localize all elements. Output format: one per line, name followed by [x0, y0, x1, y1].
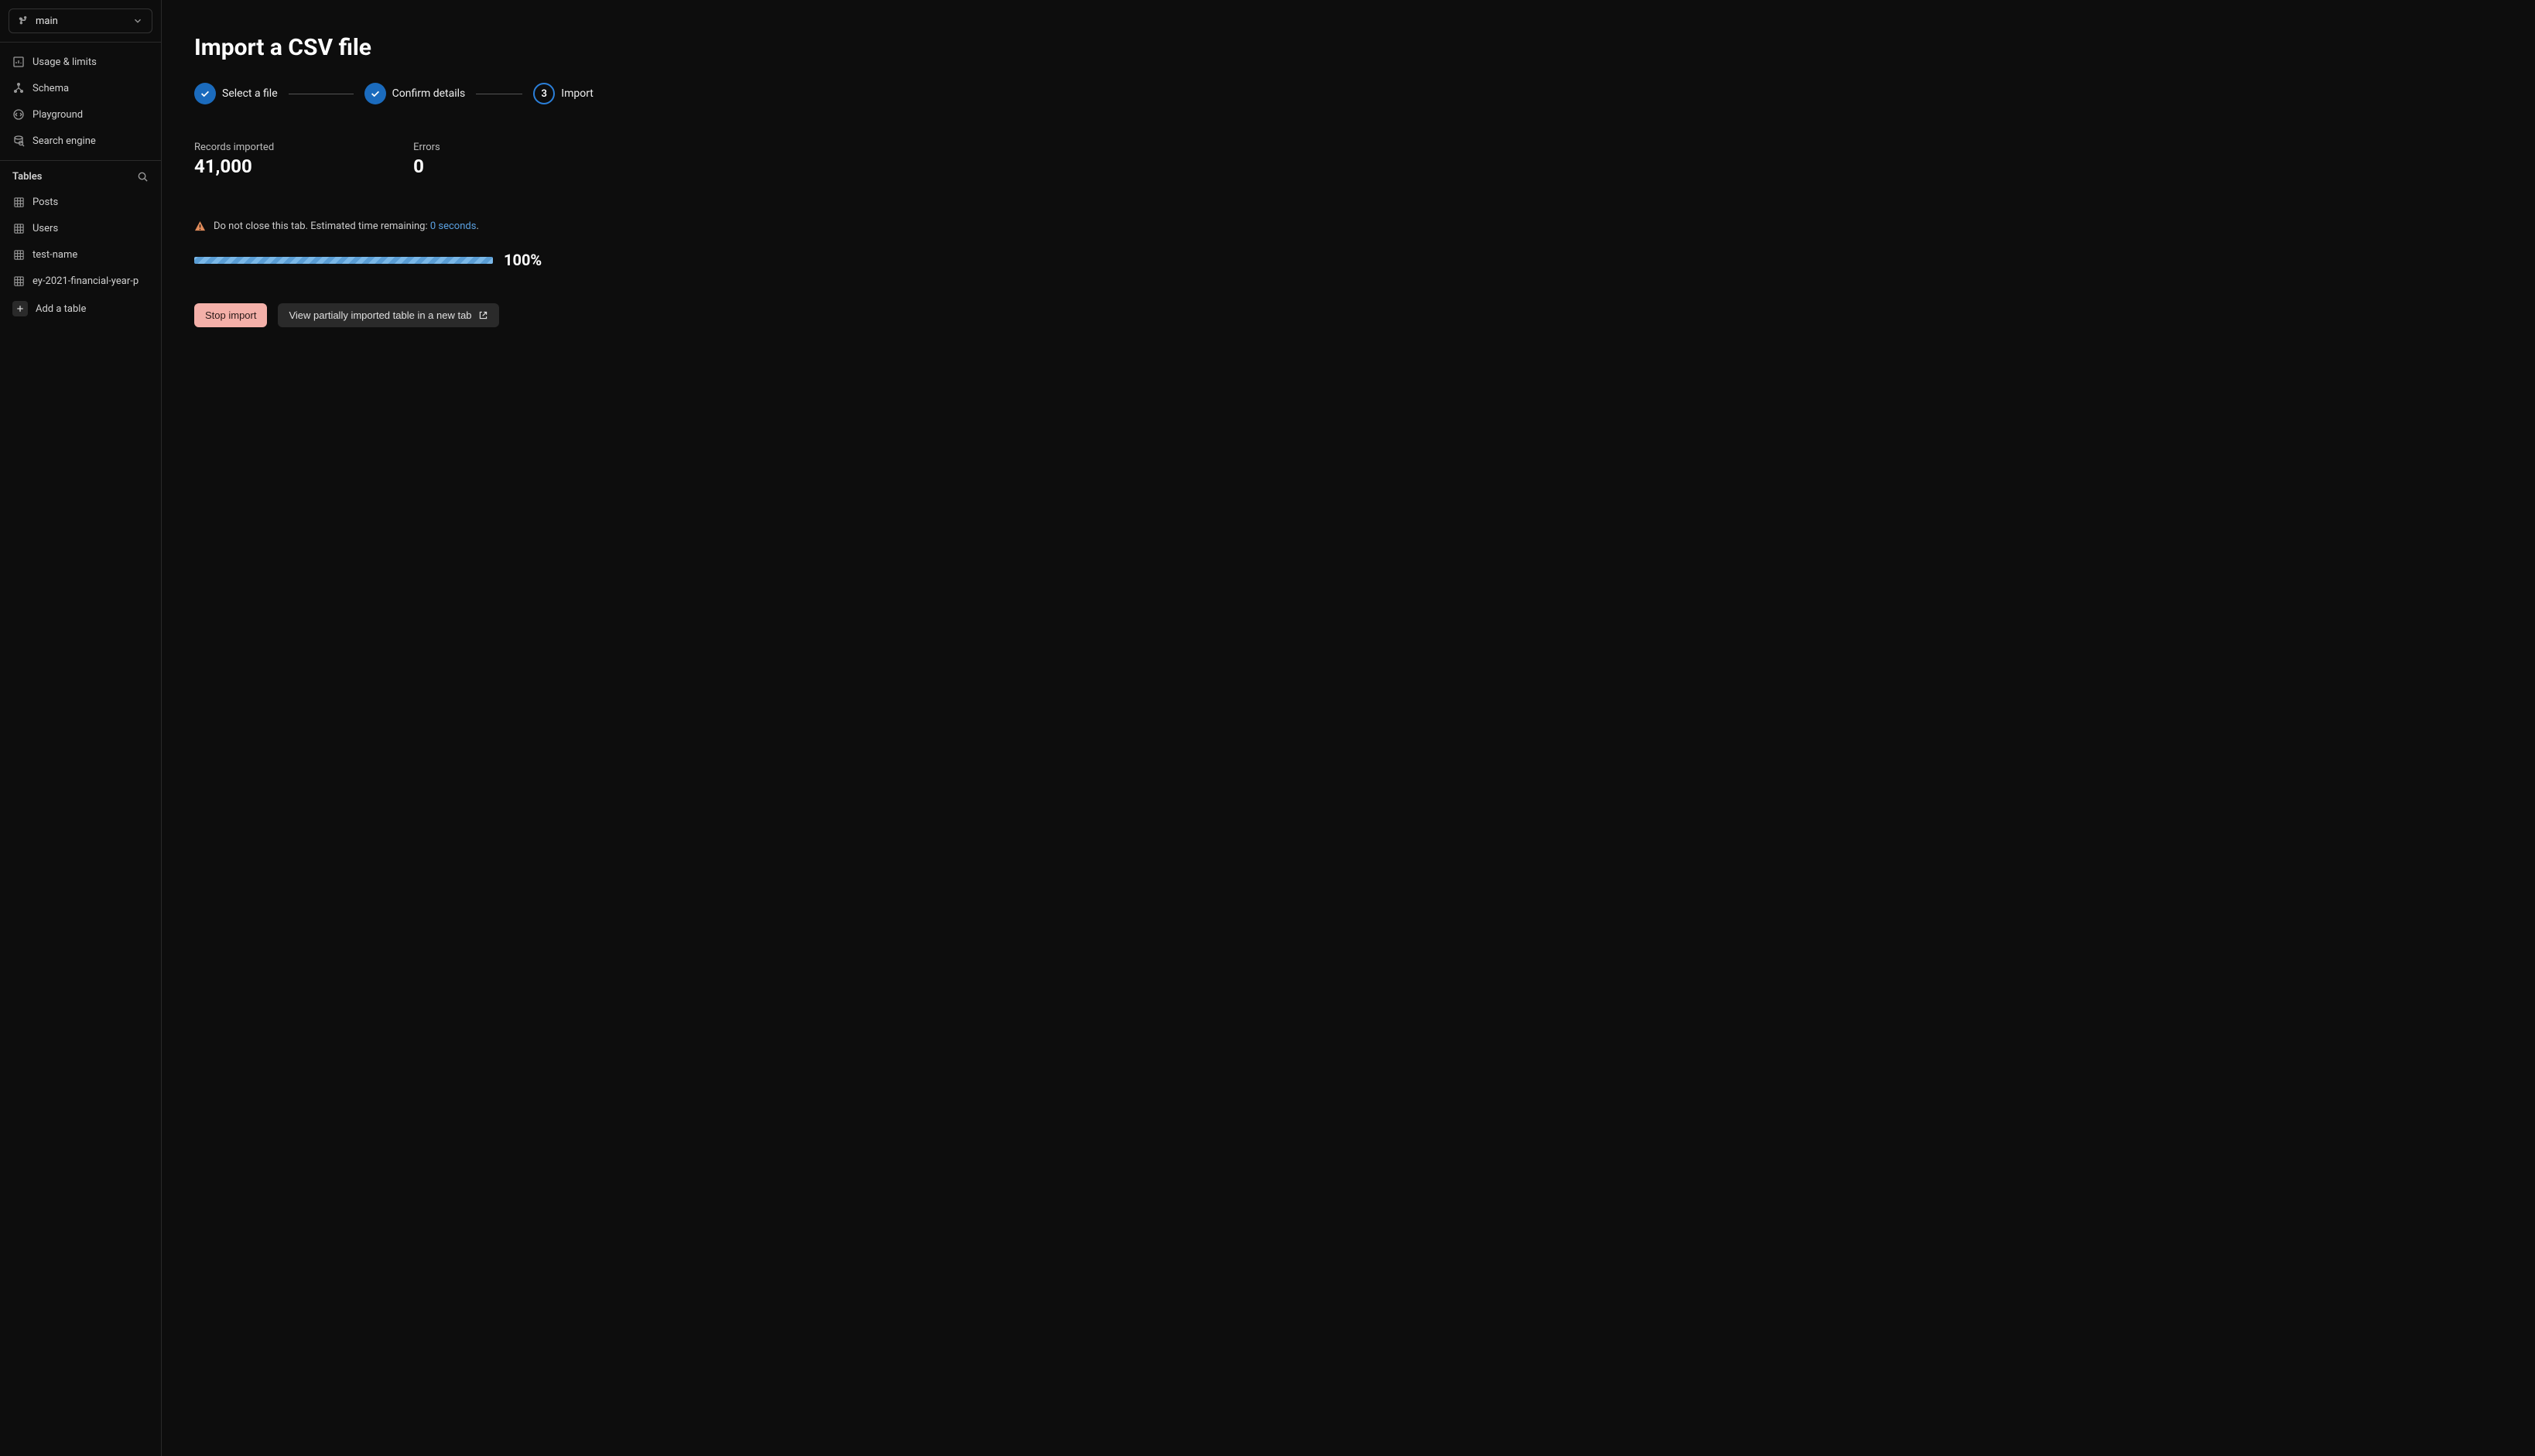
- view-table-button[interactable]: View partially imported table in a new t…: [278, 303, 498, 327]
- plus-icon: [12, 301, 28, 316]
- steps: Select a file Confirm details 3 Import: [194, 83, 2502, 104]
- view-table-label: View partially imported table in a new t…: [289, 309, 471, 321]
- code-icon: [12, 108, 25, 121]
- nav-item-schema[interactable]: Schema: [0, 75, 161, 101]
- nav-label: Playground: [32, 109, 83, 121]
- check-icon: [364, 83, 386, 104]
- table-label: Posts: [32, 197, 58, 208]
- sidebar: main Usage & limits Schema Playground: [0, 0, 162, 1456]
- step-label: Import: [561, 87, 594, 100]
- action-buttons: Stop import View partially imported tabl…: [194, 303, 2502, 327]
- check-icon: [194, 83, 216, 104]
- progress-percent: 100%: [504, 251, 542, 269]
- table-icon: [12, 248, 25, 261]
- metric-label: Records imported: [194, 142, 274, 153]
- step-confirm-details: Confirm details: [364, 83, 466, 104]
- chevron-down-icon: [132, 15, 144, 27]
- table-icon: [12, 222, 25, 234]
- table-item-users[interactable]: Users: [0, 215, 161, 241]
- table-icon: [12, 275, 25, 287]
- metrics: Records imported 41,000 Errors 0: [194, 142, 2502, 177]
- schema-icon: [12, 82, 25, 94]
- stop-import-button[interactable]: Stop import: [194, 303, 267, 327]
- table-label: test-name: [32, 249, 77, 261]
- nav-section: Usage & limits Schema Playground Search …: [0, 43, 161, 160]
- chart-bar-icon: [12, 56, 25, 68]
- external-link-icon: [478, 310, 488, 320]
- metric-value: 0: [413, 156, 440, 177]
- branch-selector[interactable]: main: [9, 9, 152, 33]
- add-table-button[interactable]: Add a table: [0, 294, 161, 323]
- git-branch-icon: [17, 15, 29, 27]
- nav-label: Search engine: [32, 135, 96, 147]
- nav-label: Schema: [32, 83, 69, 94]
- metric-label: Errors: [413, 142, 440, 153]
- table-label: Users: [32, 223, 58, 234]
- progress-bar: [194, 257, 493, 264]
- step-number: 3: [533, 83, 555, 104]
- main-content: Import a CSV file Select a file Confirm …: [162, 0, 2535, 1456]
- page-title: Import a CSV file: [194, 34, 2502, 61]
- warning-message: Do not close this tab. Estimated time re…: [194, 220, 2502, 232]
- metric-value: 41,000: [194, 156, 274, 177]
- metric-records: Records imported 41,000: [194, 142, 274, 177]
- progress-row: 100%: [194, 251, 2502, 269]
- step-import: 3 Import: [533, 83, 594, 104]
- metric-errors: Errors 0: [413, 142, 440, 177]
- add-table-label: Add a table: [36, 303, 86, 315]
- table-label: ey-2021-financial-year-p: [32, 275, 139, 287]
- search-engine-icon: [12, 135, 25, 147]
- table-item-test-name[interactable]: test-name: [0, 241, 161, 268]
- warning-text: Do not close this tab. Estimated time re…: [214, 220, 479, 232]
- step-label: Select a file: [222, 87, 278, 100]
- step-label: Confirm details: [392, 87, 466, 100]
- tables-header: Tables: [0, 161, 161, 189]
- search-icon[interactable]: [136, 170, 149, 183]
- nav-item-usage[interactable]: Usage & limits: [0, 49, 161, 75]
- nav-label: Usage & limits: [32, 56, 97, 68]
- nav-item-search-engine[interactable]: Search engine: [0, 128, 161, 154]
- table-item-posts[interactable]: Posts: [0, 189, 161, 215]
- time-remaining: 0 seconds: [430, 220, 477, 232]
- nav-item-playground[interactable]: Playground: [0, 101, 161, 128]
- branch-name: main: [36, 15, 125, 27]
- tables-header-label: Tables: [12, 171, 42, 183]
- step-select-file: Select a file: [194, 83, 278, 104]
- table-icon: [12, 196, 25, 208]
- table-item-financial[interactable]: ey-2021-financial-year-p: [0, 268, 161, 294]
- warning-icon: [194, 220, 206, 232]
